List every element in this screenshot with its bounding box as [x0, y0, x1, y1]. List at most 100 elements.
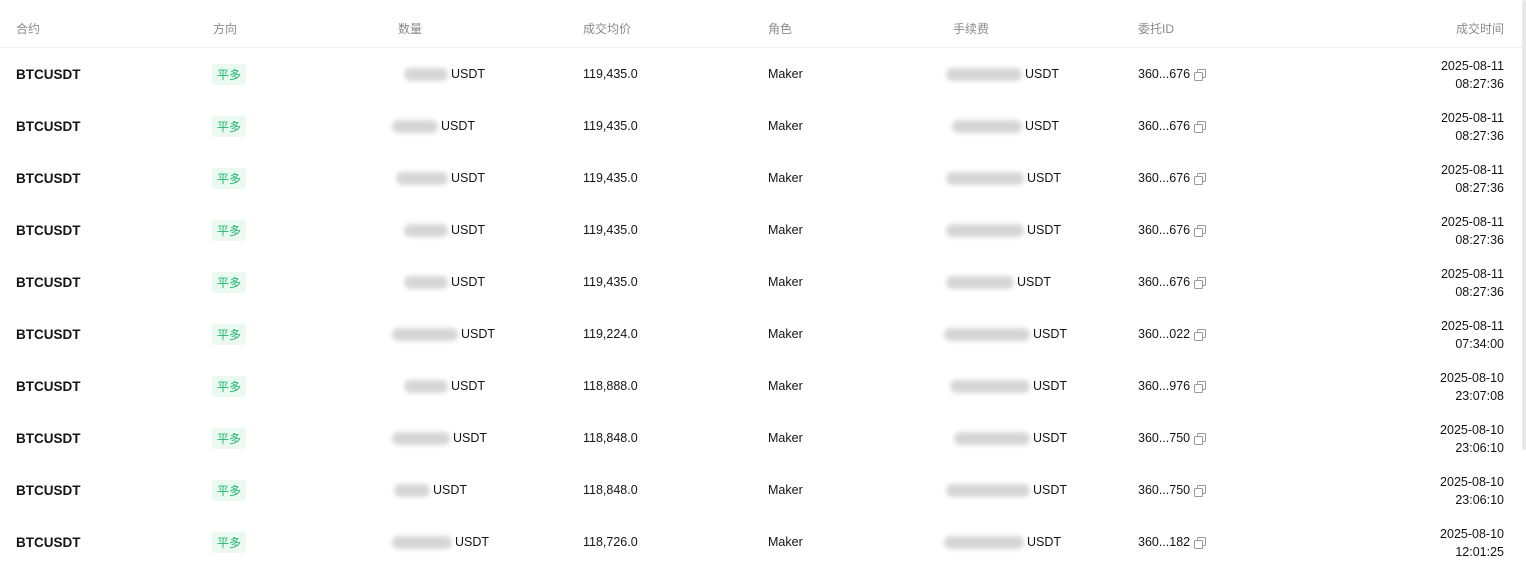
fee-cell: USDT	[950, 379, 1067, 394]
order-id-cell: 360...976	[1138, 379, 1207, 393]
table-row[interactable]: BTCUSDT 平多 USDT 119,435.0 Maker USDT 360...676…	[0, 100, 1522, 152]
qty-cell: USDT	[404, 67, 485, 82]
qty-unit: USDT	[453, 431, 488, 445]
redacted-mask	[944, 328, 1030, 342]
redacted-mask	[392, 536, 452, 550]
qty-cell: USDT	[394, 483, 468, 498]
qty-unit: USDT	[451, 223, 486, 237]
table-row[interactable]: BTCUSDT 平多 USDT 118,848.0 Maker USDT 360...750…	[0, 412, 1522, 464]
fee-unit: USDT	[1033, 483, 1068, 497]
copy-icon[interactable]	[1194, 68, 1207, 81]
order-id-text: 360...022	[1138, 327, 1191, 341]
trade-time: 08:27:36	[1455, 77, 1504, 91]
side-badge: 平多	[212, 116, 247, 137]
time-cell: 2025-08-10 12:01:25	[1440, 525, 1504, 561]
fee-cell: USDT	[946, 483, 1068, 498]
table-header: 合约 方向 数量 成交均价 角色 手续费 委托ID 成交时间	[0, 0, 1522, 48]
copy-icon[interactable]	[1194, 120, 1207, 133]
redacted-mask	[404, 276, 448, 290]
copy-icon[interactable]	[1194, 172, 1207, 185]
header-side: 方向	[213, 22, 238, 36]
table-row[interactable]: BTCUSDT 平多 USDT 119,435.0 Maker USDT 360...676…	[0, 204, 1522, 256]
qty-cell: USDT	[404, 275, 485, 290]
redacted-mask	[392, 432, 450, 446]
symbol-cell: BTCUSDT	[16, 327, 81, 342]
fee-cell: USDT	[946, 67, 1060, 82]
order-id-cell: 360...750	[1138, 431, 1207, 445]
role-cell: Maker	[768, 483, 803, 497]
trade-date: 2025-08-11	[1440, 59, 1504, 73]
time-cell: 2025-08-11 07:34:00	[1441, 317, 1504, 353]
fee-cell: USDT	[946, 171, 1062, 186]
table-row[interactable]: BTCUSDT 平多 USDT 119,435.0 Maker USDT 360...676…	[0, 48, 1522, 100]
price-cell: 119,435.0	[583, 67, 638, 81]
trade-date: 2025-08-10	[1440, 371, 1504, 385]
trade-date: 2025-08-11	[1440, 319, 1504, 333]
fee-unit: USDT	[1025, 67, 1060, 81]
header-fee: 手续费	[953, 22, 990, 36]
fee-unit: USDT	[1027, 171, 1062, 185]
copy-icon[interactable]	[1194, 380, 1207, 393]
order-id-text: 360...750	[1138, 483, 1191, 497]
copy-icon[interactable]	[1194, 328, 1207, 341]
redacted-mask	[394, 484, 430, 498]
qty-unit: USDT	[451, 379, 486, 393]
fee-unit: USDT	[1025, 119, 1060, 133]
side-badge: 平多	[212, 480, 247, 501]
time-cell: 2025-08-11 08:27:36	[1441, 109, 1504, 145]
table-row[interactable]: BTCUSDT 平多 USDT 119,224.0 Maker USDT 360...022…	[0, 308, 1522, 360]
trade-time: 08:27:36	[1455, 285, 1504, 299]
copy-icon[interactable]	[1194, 276, 1207, 289]
table-row[interactable]: BTCUSDT 平多 USDT 118,726.0 Maker USDT 360...182…	[0, 516, 1522, 568]
trade-time: 23:07:08	[1455, 389, 1504, 403]
copy-icon[interactable]	[1194, 432, 1207, 445]
price-cell: 118,848.0	[583, 483, 638, 497]
qty-unit: USDT	[455, 535, 490, 549]
order-id-cell: 360...676	[1138, 223, 1207, 237]
vertical-scrollbar[interactable]	[1522, 0, 1526, 450]
table-row[interactable]: BTCUSDT 平多 USDT 119,435.0 Maker USDT 360...676…	[0, 256, 1522, 308]
table-row[interactable]: BTCUSDT 平多 USDT 118,848.0 Maker USDT 360...750…	[0, 464, 1522, 516]
order-id-text: 360...976	[1138, 379, 1191, 393]
copy-icon[interactable]	[1194, 536, 1207, 549]
order-id-cell: 360...676	[1138, 67, 1207, 81]
order-id-text: 360...676	[1138, 171, 1191, 185]
fee-cell: USDT	[944, 327, 1067, 342]
qty-cell: USDT	[392, 327, 495, 342]
qty-unit: USDT	[433, 483, 468, 497]
fee-cell: USDT	[954, 431, 1067, 446]
symbol-cell: BTCUSDT	[16, 483, 81, 498]
trade-date: 2025-08-10	[1440, 423, 1504, 437]
trade-date: 2025-08-10	[1440, 527, 1504, 541]
fee-unit: USDT	[1027, 535, 1062, 549]
table-row[interactable]: BTCUSDT 平多 USDT 118,888.0 Maker USDT 360...976…	[0, 360, 1522, 412]
price-cell: 119,435.0	[583, 275, 638, 289]
side-badge: 平多	[212, 532, 247, 553]
redacted-mask	[404, 68, 448, 82]
header-time: 成交时间	[1455, 22, 1504, 36]
side-badge: 平多	[212, 168, 247, 189]
trade-time: 23:06:10	[1455, 493, 1504, 507]
header-order-id: 委托ID	[1138, 22, 1175, 36]
symbol-cell: BTCUSDT	[16, 119, 81, 134]
trade-history-table: 合约 方向 数量 成交均价 角色 手续费 委托ID 成交时间 BTCUSDT 平多…	[0, 0, 1522, 568]
redacted-mask	[954, 432, 1030, 446]
table-body: BTCUSDT 平多 USDT 119,435.0 Maker USDT 360...676…	[0, 48, 1522, 568]
copy-icon[interactable]	[1194, 224, 1207, 237]
redacted-mask	[392, 120, 438, 134]
side-badge: 平多	[212, 220, 247, 241]
time-cell: 2025-08-11 08:27:36	[1441, 265, 1504, 301]
trade-time: 23:06:10	[1455, 441, 1504, 455]
qty-cell: USDT	[404, 223, 486, 238]
trade-date: 2025-08-11	[1440, 215, 1504, 229]
header-price: 成交均价	[583, 22, 632, 36]
role-cell: Maker	[768, 535, 803, 549]
table-row[interactable]: BTCUSDT 平多 USDT 119,435.0 Maker USDT 360...676…	[0, 152, 1522, 204]
side-badge: 平多	[212, 272, 247, 293]
qty-unit: USDT	[441, 119, 476, 133]
symbol-cell: BTCUSDT	[16, 379, 81, 394]
symbol-cell: BTCUSDT	[16, 431, 81, 446]
redacted-mask	[404, 224, 448, 238]
trade-date: 2025-08-11	[1440, 267, 1504, 281]
copy-icon[interactable]	[1194, 484, 1207, 497]
